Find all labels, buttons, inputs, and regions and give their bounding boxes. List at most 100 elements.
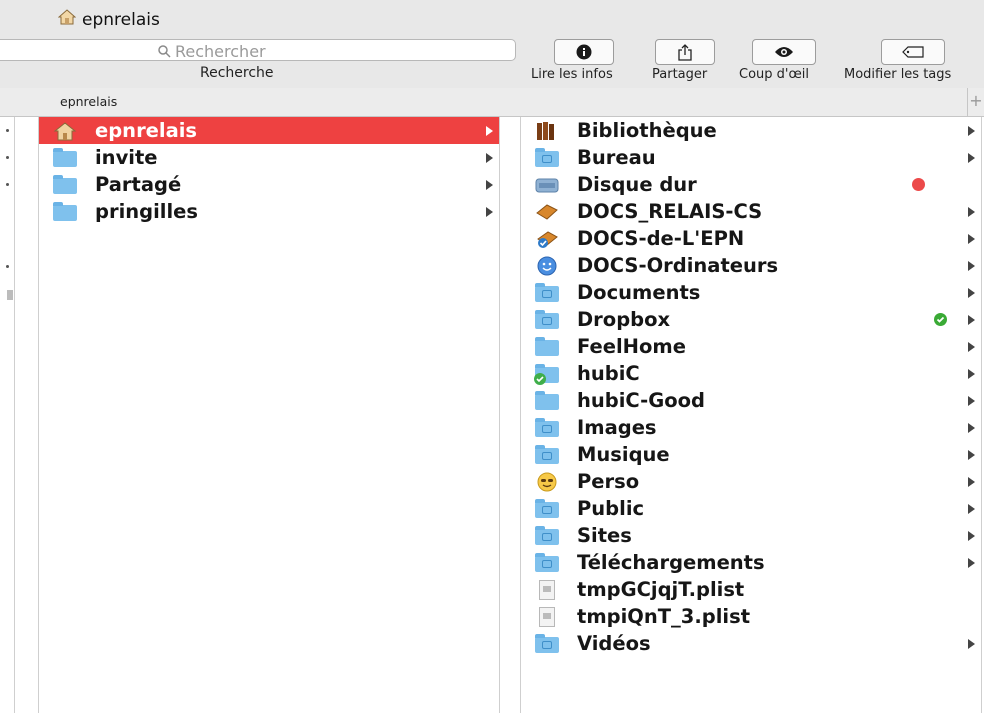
disclosure-arrow-icon <box>968 396 975 406</box>
item-name: hubiC-Good <box>577 389 706 412</box>
item-name: Musique <box>577 443 670 466</box>
list-item[interactable]: Vidéos <box>521 630 981 657</box>
item-name: hubiC <box>577 362 640 385</box>
disclosure-arrow-icon <box>968 639 975 649</box>
item-name: Images <box>577 416 657 439</box>
list-item[interactable]: Images <box>521 414 981 441</box>
list-item[interactable]: DOCS_RELAIS-CS <box>521 198 981 225</box>
music-folder-icon <box>535 444 559 465</box>
list-item[interactable]: tmpiQnT_3.plist <box>521 603 981 630</box>
share-button[interactable] <box>655 39 715 65</box>
list-item[interactable]: epnrelais <box>39 117 499 144</box>
smiley-emoji-icon <box>535 472 559 492</box>
public-folder-icon <box>535 498 559 519</box>
share-label: Partager <box>652 67 708 82</box>
list-item[interactable]: hubiC-Good <box>521 387 981 414</box>
home-folder-icon <box>53 121 77 141</box>
plist-file-icon <box>535 579 559 600</box>
disclosure-arrow-icon <box>968 423 975 433</box>
disclosure-arrow-icon <box>486 153 493 163</box>
item-name: DOCS-de-L'EPN <box>577 227 745 250</box>
path-bar: epnrelais + <box>0 88 984 117</box>
add-tab-button[interactable]: + <box>967 88 984 116</box>
item-name: DOCS-Ordinateurs <box>577 254 779 277</box>
list-item[interactable]: Documents <box>521 279 981 306</box>
search-placeholder-text: Rechercher <box>175 42 266 61</box>
tag-icon <box>902 46 924 58</box>
disclosure-arrow-icon <box>968 450 975 460</box>
list-item[interactable]: invite <box>39 144 499 171</box>
folder-icon <box>535 336 559 357</box>
users-column: epnrelais invite Partagé pringilles <box>38 117 500 713</box>
disclosure-arrow-icon <box>486 126 493 136</box>
list-item[interactable]: Téléchargements <box>521 549 981 576</box>
search-field[interactable]: Rechercher <box>0 39 516 61</box>
home-contents-column: Bibliothèque Bureau Disque dur DOCS_RELAIS-… <box>520 117 982 713</box>
movies-folder-icon <box>535 633 559 654</box>
parent-column[interactable] <box>0 117 15 713</box>
item-name: tmpiQnT_3.plist <box>577 605 751 628</box>
item-name: DOCS_RELAIS-CS <box>577 200 763 223</box>
disclosure-arrow-icon <box>968 315 975 325</box>
item-name: Vidéos <box>577 632 651 655</box>
list-item[interactable]: Public <box>521 495 981 522</box>
list-item[interactable]: Perso <box>521 468 981 495</box>
quick-look-button[interactable] <box>752 39 816 65</box>
list-item[interactable]: Sites <box>521 522 981 549</box>
list-item[interactable]: Partagé <box>39 171 499 198</box>
item-name: epnrelais <box>95 119 198 142</box>
edit-tags-label: Modifier les tags <box>844 67 952 82</box>
info-icon <box>576 44 592 60</box>
home-icon <box>57 9 77 30</box>
list-item[interactable]: Musique <box>521 441 981 468</box>
folder-icon <box>53 174 77 195</box>
disclosure-arrow-icon <box>968 342 975 352</box>
plist-file-icon <box>535 606 559 627</box>
list-item[interactable]: tmpGCjqjT.plist <box>521 576 981 603</box>
list-item[interactable]: DOCS-de-L'EPN <box>521 225 981 252</box>
list-item[interactable]: pringilles <box>39 198 499 225</box>
list-item[interactable]: Dropbox <box>521 306 981 333</box>
list-item[interactable]: DOCS-Ordinateurs <box>521 252 981 279</box>
smiley-blue-icon <box>535 256 559 276</box>
item-name: Téléchargements <box>577 551 765 574</box>
item-name: invite <box>95 146 158 169</box>
item-name: Public <box>577 497 645 520</box>
list-item[interactable]: Bureau <box>521 144 981 171</box>
share-icon <box>678 43 692 61</box>
list-item[interactable]: Bibliothèque <box>521 117 981 144</box>
green-check-badge-icon <box>934 313 947 326</box>
desktop-folder-icon <box>535 147 559 168</box>
list-item[interactable]: FeelHome <box>521 333 981 360</box>
books-icon <box>535 121 559 141</box>
row-arrow-icon <box>6 129 9 132</box>
folder-icon <box>53 147 77 168</box>
item-name: pringilles <box>95 200 198 223</box>
item-name: Partagé <box>95 173 182 196</box>
pictures-folder-icon <box>535 417 559 438</box>
item-name: Documents <box>577 281 701 304</box>
get-info-button[interactable] <box>554 39 614 65</box>
downloads-folder-icon <box>535 552 559 573</box>
search-placeholder: Rechercher <box>158 42 266 61</box>
item-name: Sites <box>577 524 632 547</box>
disclosure-arrow-icon <box>968 288 975 298</box>
disclosure-arrow-icon <box>968 234 975 244</box>
item-name: Bibliothèque <box>577 119 717 142</box>
edit-tags-button[interactable] <box>881 39 945 65</box>
window-title-text: epnrelais <box>82 9 160 30</box>
row-arrow-icon <box>6 183 9 186</box>
list-item[interactable]: Disque dur <box>521 171 981 198</box>
list-item[interactable]: hubiC <box>521 360 981 387</box>
selected-row-marker <box>7 290 13 300</box>
row-arrow-icon <box>6 265 9 268</box>
toolbar: Rechercher Recherche Lire les infos Part… <box>0 36 984 89</box>
folder-icon <box>535 390 559 411</box>
disclosure-arrow-icon <box>486 180 493 190</box>
search-icon <box>158 45 171 58</box>
quick-look-label: Coup d'œil <box>739 67 810 82</box>
book-check-icon <box>535 229 559 249</box>
dropbox-folder-icon <box>535 309 559 330</box>
breadcrumb[interactable]: epnrelais <box>60 94 117 109</box>
row-arrow-icon <box>6 156 9 159</box>
